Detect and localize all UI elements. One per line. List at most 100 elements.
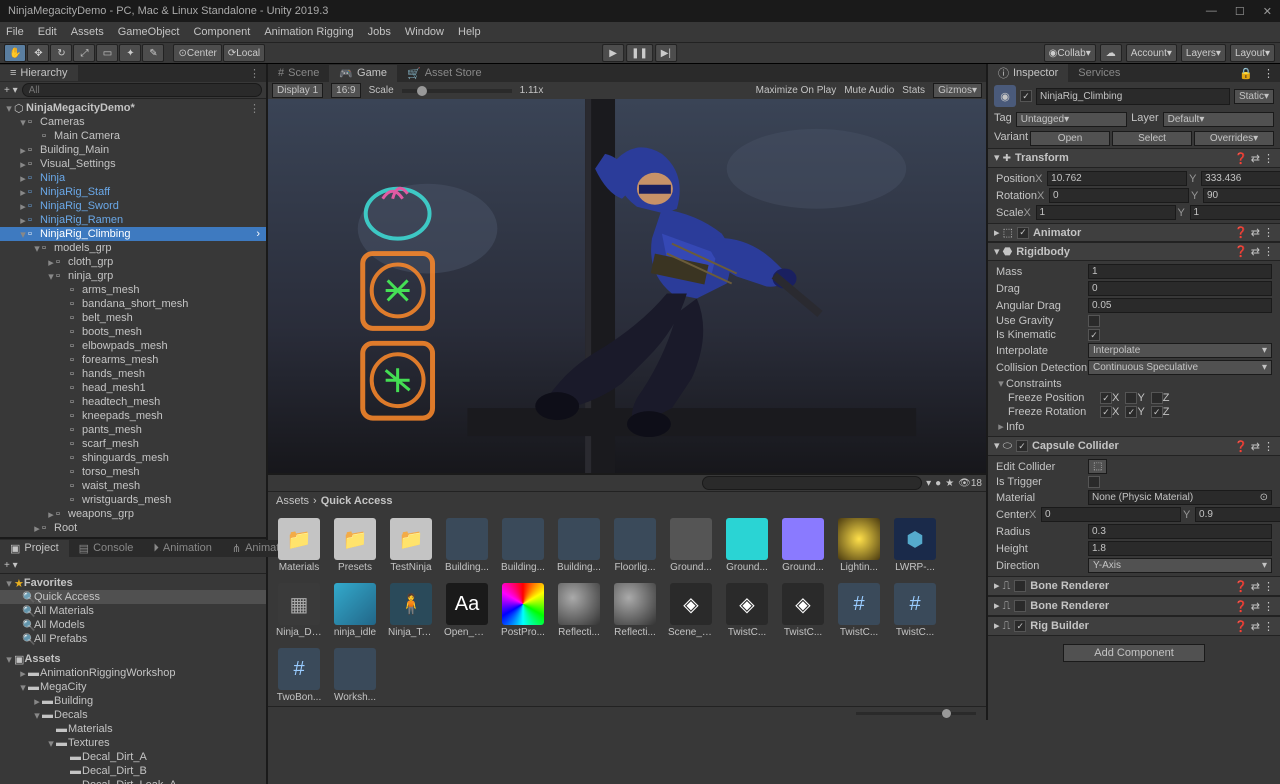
scene-tab[interactable]: # Scene xyxy=(268,65,329,81)
scene-root[interactable]: ▾⬡NinjaMegacityDemo*⋮ xyxy=(0,101,266,115)
layout-button[interactable]: Layout ▾ xyxy=(1230,44,1275,62)
asset-item[interactable]: Building... xyxy=(444,518,490,573)
hierarchy-item[interactable]: ▫kneepads_mesh xyxy=(0,409,266,423)
asset-item[interactable]: Reflecti... xyxy=(612,583,658,638)
hierarchy-item[interactable]: ▸▫NinjaRig_Staff xyxy=(0,185,266,199)
asset-item[interactable]: Worksh... xyxy=(332,648,378,703)
hidden-icon[interactable]: 👁18 xyxy=(958,478,982,489)
hierarchy-item[interactable]: ▫bandana_short_mesh xyxy=(0,297,266,311)
menu-gameobject[interactable]: GameObject xyxy=(118,26,180,38)
iskinematic-checkbox[interactable]: ✓ xyxy=(1088,329,1100,341)
hierarchy-item[interactable]: ▫arms_mesh xyxy=(0,283,266,297)
hierarchy-item[interactable]: ▫head_mesh1 xyxy=(0,381,266,395)
minimize-icon[interactable]: — xyxy=(1206,5,1217,18)
asset-item[interactable]: 📁Materials xyxy=(276,518,322,573)
capsule-header[interactable]: ▾ ⬭ ✓ Capsule Collider❓ ⇄ ⋮ xyxy=(988,436,1280,456)
asset-item[interactable]: #TwoBon... xyxy=(276,648,322,703)
overrides-dropdown[interactable]: Overrides ▾ xyxy=(1194,131,1274,146)
hierarchy-item[interactable]: ▫Main Camera xyxy=(0,129,266,143)
bc-quickaccess[interactable]: Quick Access xyxy=(321,495,393,507)
angdrag-field[interactable] xyxy=(1088,298,1272,313)
hierarchy-item[interactable]: ▫shinguards_mesh xyxy=(0,451,266,465)
add-component-button[interactable]: Add Component xyxy=(1063,644,1205,662)
pos-x[interactable] xyxy=(1047,171,1187,186)
maximize-icon[interactable]: ☐ xyxy=(1235,5,1245,18)
hierarchy-item[interactable]: ▫scarf_mesh xyxy=(0,437,266,451)
project-folder[interactable]: ▬Materials xyxy=(0,722,266,736)
scl-y[interactable] xyxy=(1190,205,1280,220)
asset-item[interactable]: Floorlig... xyxy=(612,518,658,573)
hierarchy-item[interactable]: ▫belt_mesh xyxy=(0,311,266,325)
menu-animrigging[interactable]: Animation Rigging xyxy=(264,26,353,38)
active-checkbox[interactable]: ✓ xyxy=(1020,90,1032,102)
cy[interactable] xyxy=(1195,507,1280,522)
project-folder[interactable]: ▬Decal_Dirt_B xyxy=(0,764,266,778)
asset-item[interactable]: ◈TwistC... xyxy=(724,583,770,638)
filter-icon[interactable]: ▾ xyxy=(926,478,931,489)
panel-menu-icon[interactable]: ⋮ xyxy=(1257,67,1280,80)
star-icon[interactable]: ★ xyxy=(945,478,954,489)
favorite-item[interactable]: 🔍Quick Access xyxy=(0,590,266,604)
asset-item[interactable]: Building... xyxy=(556,518,602,573)
istrigger-checkbox[interactable] xyxy=(1088,476,1100,488)
assetstore-tab[interactable]: 🛒 Asset Store xyxy=(397,65,492,82)
hierarchy-item[interactable]: ▾▫ninja_grp xyxy=(0,269,266,283)
object-name-field[interactable] xyxy=(1036,88,1230,105)
hierarchy-tab[interactable]: ≡ Hierarchy xyxy=(0,65,78,81)
hierarchy-item[interactable]: ▾▫Cameras xyxy=(0,115,266,129)
project-tab[interactable]: ▣ Project xyxy=(0,540,69,557)
pos-y[interactable] xyxy=(1201,171,1280,186)
menu-component[interactable]: Component xyxy=(193,26,250,38)
favorite-item[interactable]: 🔍All Materials xyxy=(0,604,266,618)
console-tab[interactable]: ▤ Console xyxy=(69,540,144,557)
asset-item[interactable]: ninja_idle xyxy=(332,583,378,638)
pivot-local[interactable]: ⟳ Local xyxy=(223,44,265,62)
physmat-field[interactable]: None (Physic Material)⊙ xyxy=(1088,490,1272,505)
usegravity-checkbox[interactable] xyxy=(1088,315,1100,327)
game-viewport[interactable] xyxy=(268,99,986,473)
asset-item[interactable]: Reflecti... xyxy=(556,583,602,638)
hierarchy-item[interactable]: ▸▫cloth_grp xyxy=(0,255,266,269)
asset-item[interactable]: ▦Ninja_Di... xyxy=(276,583,322,638)
static-dropdown[interactable]: Static ▾ xyxy=(1234,89,1274,104)
hierarchy-item[interactable]: ▫headtech_mesh xyxy=(0,395,266,409)
fpx[interactable]: ✓ xyxy=(1100,392,1112,404)
hierarchy-item[interactable]: ▸▫Root xyxy=(0,521,266,535)
asset-item[interactable]: 🧍Ninja_To... xyxy=(388,583,434,638)
menu-window[interactable]: Window xyxy=(405,26,444,38)
transform-header[interactable]: ▾ 🞦 Transform❓ ⇄ ⋮ xyxy=(988,148,1280,168)
asset-item[interactable]: Ground... xyxy=(668,518,714,573)
menu-file[interactable]: File xyxy=(6,26,24,38)
project-folder[interactable]: ▸▬Building xyxy=(0,694,266,708)
hierarchy-item[interactable]: ▫waist_mesh xyxy=(0,479,266,493)
menu-assets[interactable]: Assets xyxy=(71,26,104,38)
radius-field[interactable] xyxy=(1088,524,1272,539)
project-folder[interactable]: ▬Decal_Dirt_Leak_A xyxy=(0,778,266,784)
play-button[interactable]: ▶ xyxy=(602,44,624,62)
lock-icon[interactable]: 🔒 xyxy=(1235,67,1257,80)
scale-tool[interactable]: ⤢ xyxy=(73,44,95,62)
hierarchy-item[interactable]: ▸▫Building_Main xyxy=(0,143,266,157)
tag-dropdown[interactable]: Untagged ▾ xyxy=(1016,112,1127,127)
hierarchy-item[interactable]: ▫hands_mesh xyxy=(0,367,266,381)
asset-item[interactable]: Building... xyxy=(500,518,546,573)
hierarchy-item[interactable]: ▸▫weapons_grp xyxy=(0,507,266,521)
create-dropdown[interactable]: + ▾ xyxy=(4,85,18,96)
asset-item[interactable]: AaOpen_G... xyxy=(444,583,490,638)
hierarchy-item[interactable]: ▫boots_mesh xyxy=(0,325,266,339)
collab-button[interactable]: ◉ Collab ▾ xyxy=(1044,44,1096,62)
mass-field[interactable] xyxy=(1088,264,1272,279)
asset-item[interactable]: #TwistC... xyxy=(836,583,882,638)
asset-item[interactable]: 📁TestNinja xyxy=(388,518,434,573)
fpy[interactable] xyxy=(1125,392,1137,404)
thumb-size-slider[interactable] xyxy=(856,712,976,715)
menu-help[interactable]: Help xyxy=(458,26,481,38)
hierarchy-item[interactable]: ▫wristguards_mesh xyxy=(0,493,266,507)
open-button[interactable]: Open xyxy=(1030,131,1110,146)
maximize-toggle[interactable]: Maximize On Play xyxy=(756,85,837,96)
scale-slider[interactable] xyxy=(402,89,512,93)
project-folder[interactable]: ▾▬MegaCity xyxy=(0,680,266,694)
services-tab[interactable]: Services xyxy=(1068,65,1130,81)
select-button[interactable]: Select xyxy=(1112,131,1192,146)
hierarchy-item[interactable]: ▸▫NinjaRig_Sword xyxy=(0,199,266,213)
